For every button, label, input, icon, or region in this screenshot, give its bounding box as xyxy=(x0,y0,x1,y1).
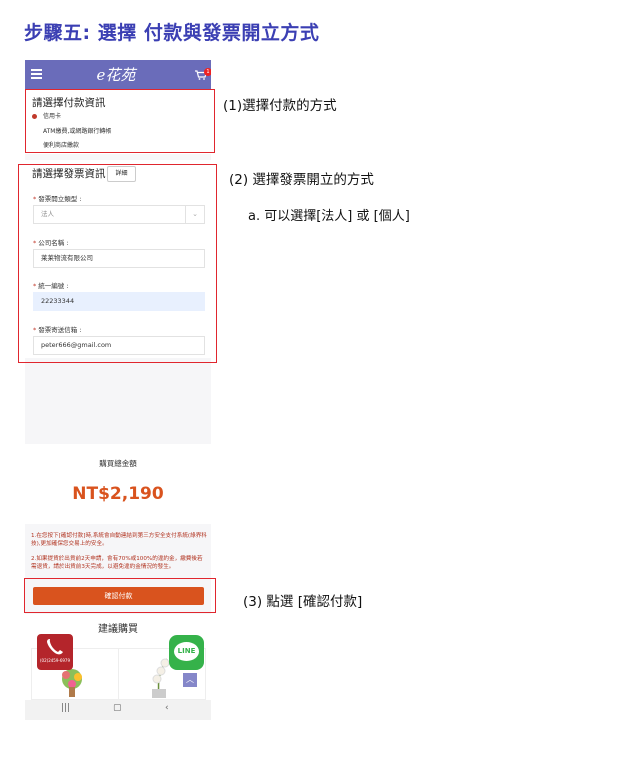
annotation-step-2-sub: a. 可以選擇[法人] 或 [個人] xyxy=(248,209,410,224)
total-amount: NT$2,190 xyxy=(72,484,164,504)
annotation-box-confirm xyxy=(24,578,216,613)
annotation-box-payment xyxy=(25,89,215,153)
notice-line-1: 1.在您按下[確認付款]時,系統會自動連結到第三方安全支付系統(綠界科技),更加… xyxy=(31,533,207,547)
menu-icon[interactable] xyxy=(31,69,42,79)
page-title: 步驟五: 選擇 付款與發票開立方式 xyxy=(24,22,320,44)
home-icon[interactable]: ▢ xyxy=(113,703,122,713)
total-card: 購買總金額 NT$2,190 xyxy=(25,444,211,524)
app-bar: e花苑 1 xyxy=(25,60,211,90)
annotation-box-invoice xyxy=(18,164,217,363)
phone-icon xyxy=(47,639,63,655)
notice-line-2: 2.如果提貨於出貨前2天申請，會有70%或100%的違約金，繳費後若需退貨，請於… xyxy=(31,556,203,570)
annotation-step-3: (3) 點選 [確認付款] xyxy=(243,594,363,610)
recent-apps-icon[interactable]: ||| xyxy=(61,703,70,713)
chevron-up-icon: ︿ xyxy=(186,675,194,684)
phone-number: (02)2459-6979 xyxy=(39,658,70,663)
cart-badge: 1 xyxy=(204,68,211,76)
app-logo[interactable]: e花苑 xyxy=(83,64,149,86)
line-chat-button[interactable]: LINE xyxy=(169,635,204,670)
back-icon[interactable]: ‹ xyxy=(165,703,169,713)
call-button[interactable]: (02)2459-6979 xyxy=(37,634,73,670)
phone-screenshot: e花苑 1 請選擇付款資訊 信用卡 ATM繳費,或網路銀行轉帳 便利商店繳款 請… xyxy=(25,60,211,720)
annotation-step-1: (1)選擇付款的方式 xyxy=(223,98,337,114)
total-label: 購買總金額 xyxy=(99,459,137,468)
annotation-step-2: (2) 選擇發票開立的方式 xyxy=(229,172,374,188)
android-nav-bar: ||| ▢ ‹ xyxy=(25,700,211,720)
recommend-title: 建議購買 xyxy=(98,624,138,635)
line-icon: LINE xyxy=(174,642,199,661)
scroll-top-button[interactable]: ︿ xyxy=(183,673,197,687)
